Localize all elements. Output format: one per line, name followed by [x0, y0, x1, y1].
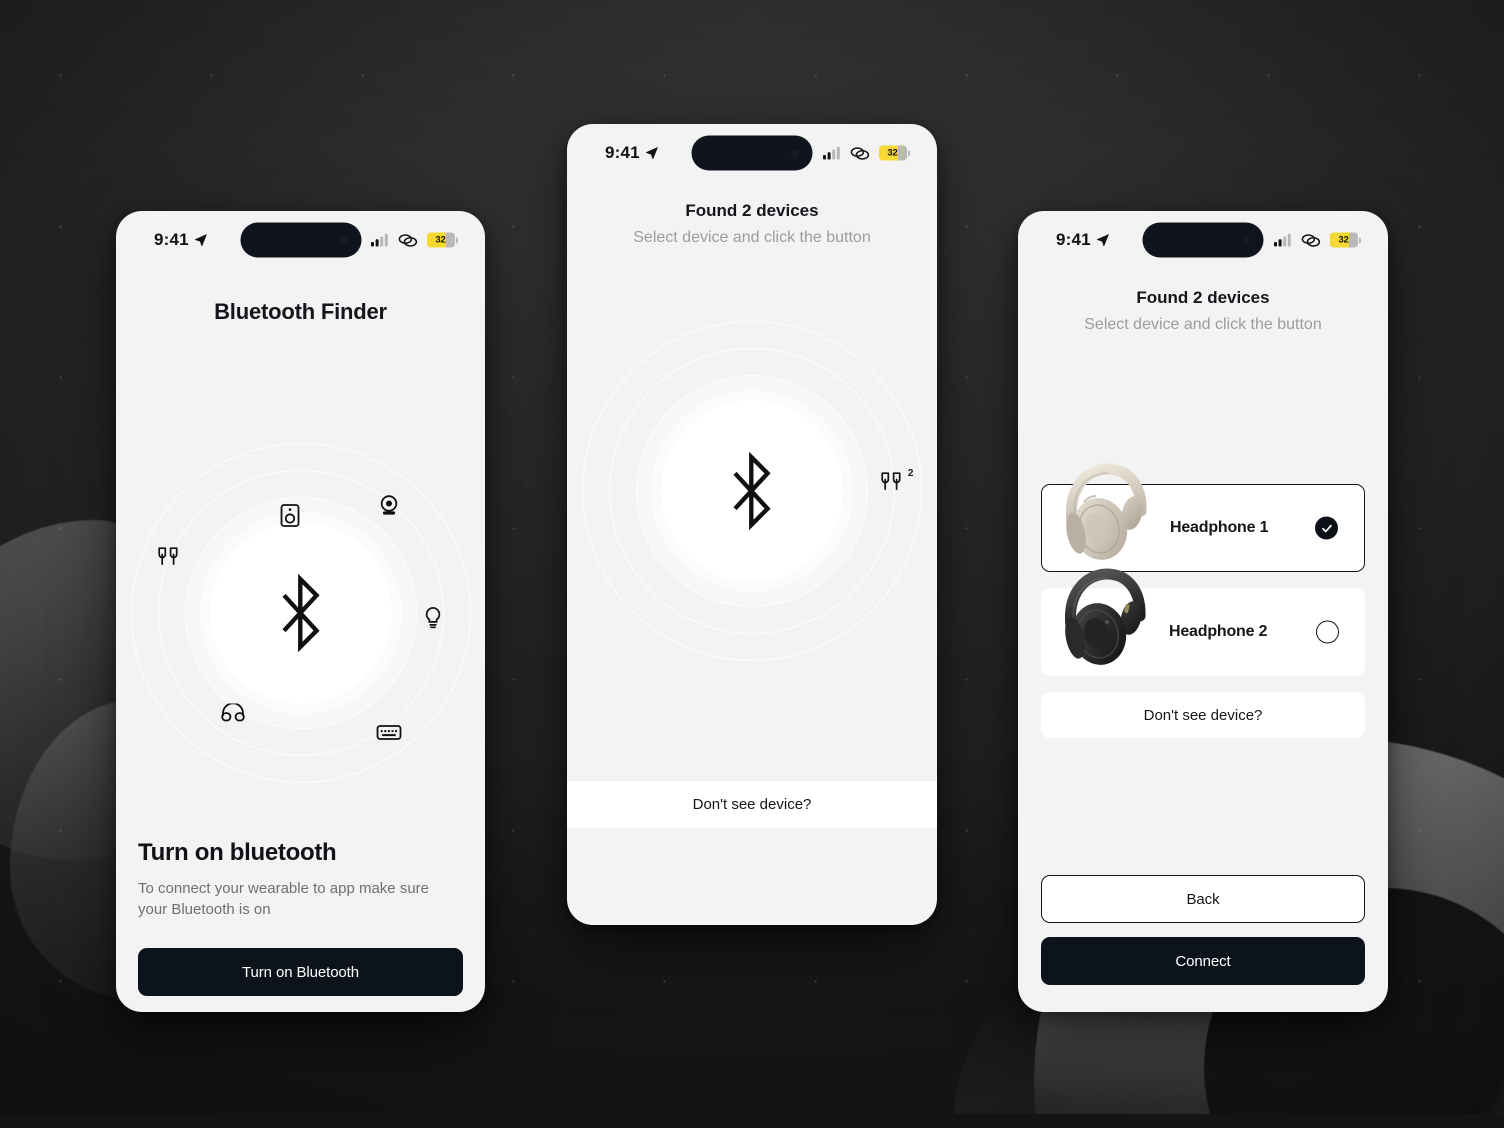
status-bar-indicators: 32	[371, 232, 458, 248]
battery-percent-label: 32	[887, 147, 898, 159]
battery-indicator: 32	[427, 232, 458, 248]
status-bar-time-group: 9:41	[154, 230, 208, 250]
radar-icon-earbuds: 2	[880, 468, 913, 496]
dont-see-device-button[interactable]: Don't see device?	[567, 781, 937, 828]
phone-screen-device-list: 9:41 32 Found 2 devices Select device an…	[1018, 211, 1388, 1012]
device-count-badge: 2	[907, 468, 914, 480]
status-time: 9:41	[605, 143, 640, 162]
phone-screen-bluetooth-finder: 9:41 32 Bluetooth Finder Turn on bluetoo…	[116, 211, 485, 1012]
location-arrow-icon	[645, 147, 658, 160]
dynamic-island	[1142, 222, 1264, 258]
found-devices-heading: Found 2 devices	[1136, 288, 1270, 307]
found-devices-subheading: Select device and click the button	[1084, 316, 1322, 333]
device-radio-unselected[interactable]	[1316, 620, 1339, 644]
found-devices-heading: Found 2 devices	[685, 201, 819, 220]
status-bar: 9:41 32	[1018, 211, 1388, 269]
cellular-signal-icon	[371, 233, 388, 247]
status-bar: 9:41 32	[116, 211, 485, 269]
radar-core	[661, 400, 843, 582]
cta-subtext: To connect your wearable to app make sur…	[138, 880, 429, 918]
turn-on-bluetooth-button[interactable]: Turn on Bluetooth	[138, 948, 463, 996]
status-bar: 9:41 32	[567, 124, 937, 182]
radar-icon-keyboard	[376, 725, 402, 745]
screen2-body: Found 2 devices Select device and click …	[567, 201, 937, 925]
device-radio-selected[interactable]	[1315, 516, 1338, 540]
dynamic-island	[240, 222, 361, 258]
screen3-body: Found 2 devices Select device and click …	[1018, 288, 1388, 1012]
speaker-icon	[280, 503, 300, 527]
found-devices-subheading: Select device and click the button	[633, 229, 871, 246]
battery-cap	[908, 150, 910, 156]
screen1-body: Bluetooth Finder Turn on bluetooth To co…	[116, 299, 485, 1012]
battery-percent-label: 32	[435, 234, 446, 246]
battery-cap	[456, 237, 458, 243]
status-time: 9:41	[1056, 230, 1091, 249]
battery-indicator: 32	[1330, 232, 1361, 248]
cellular-signal-icon	[1274, 233, 1291, 247]
radar-core	[209, 522, 392, 704]
bottom-actions: Back Connect	[1041, 875, 1365, 985]
headphones-icon	[220, 702, 245, 722]
location-arrow-icon	[1096, 234, 1109, 247]
battery-indicator: 32	[879, 145, 910, 161]
link-chain-icon	[850, 146, 870, 160]
device-row-headphone-2[interactable]: Headphone 2	[1041, 568, 1365, 676]
location-arrow-icon	[194, 234, 207, 247]
phone-screen-scanning: 9:41 32 Found 2 devices Select device an…	[567, 124, 937, 925]
turn-on-bluetooth-block: Turn on bluetooth To connect your wearab…	[116, 839, 485, 996]
device-row-headphone-1[interactable]: Headphone 1	[1041, 463, 1365, 572]
status-bar-indicators: 32	[823, 145, 910, 161]
battery-percent-label: 32	[1338, 234, 1349, 246]
bluetooth-radar: 2	[582, 321, 922, 661]
keyboard-icon	[376, 725, 402, 741]
back-button[interactable]: Back	[1041, 875, 1365, 923]
link-chain-icon	[1301, 233, 1321, 247]
battery-cap	[1359, 237, 1361, 243]
background-bottom-bar	[0, 1114, 1504, 1128]
cta-heading: Turn on bluetooth	[138, 839, 337, 866]
device-name-label: Headphone 2	[1169, 623, 1268, 640]
dont-see-device-button[interactable]: Don't see device?	[1041, 692, 1365, 738]
radar-icon-lightbulb	[424, 606, 442, 633]
bluetooth-icon	[281, 573, 320, 653]
status-time: 9:41	[154, 230, 189, 249]
earbuds-icon	[158, 546, 178, 565]
radar-icon-speaker	[280, 503, 300, 532]
radar-icon-earbuds	[157, 546, 179, 571]
link-chain-icon	[398, 233, 418, 247]
headphone-beige-image	[1066, 463, 1147, 560]
bluetooth-radar	[130, 443, 471, 783]
status-bar-time-group: 9:41	[605, 143, 659, 163]
check-icon	[1321, 524, 1332, 532]
cellular-signal-icon	[823, 146, 840, 160]
bluetooth-icon	[733, 451, 771, 531]
page-title: Bluetooth Finder	[214, 299, 387, 324]
device-name-label: Headphone 1	[1170, 519, 1269, 536]
radar-icon-webcam	[378, 494, 400, 521]
radar-icon-headphones	[220, 702, 245, 727]
device-list: Headphone 1 Headphone 2 Don't see device…	[1041, 463, 1365, 738]
webcam-icon	[380, 494, 398, 515]
dynamic-island	[691, 135, 813, 171]
connect-button[interactable]: Connect	[1041, 937, 1365, 985]
earbuds-icon	[881, 472, 901, 491]
status-bar-time-group: 9:41	[1056, 230, 1110, 250]
lightbulb-icon	[425, 606, 441, 628]
headphone-black-image	[1065, 568, 1146, 665]
status-bar-indicators: 32	[1274, 232, 1361, 248]
